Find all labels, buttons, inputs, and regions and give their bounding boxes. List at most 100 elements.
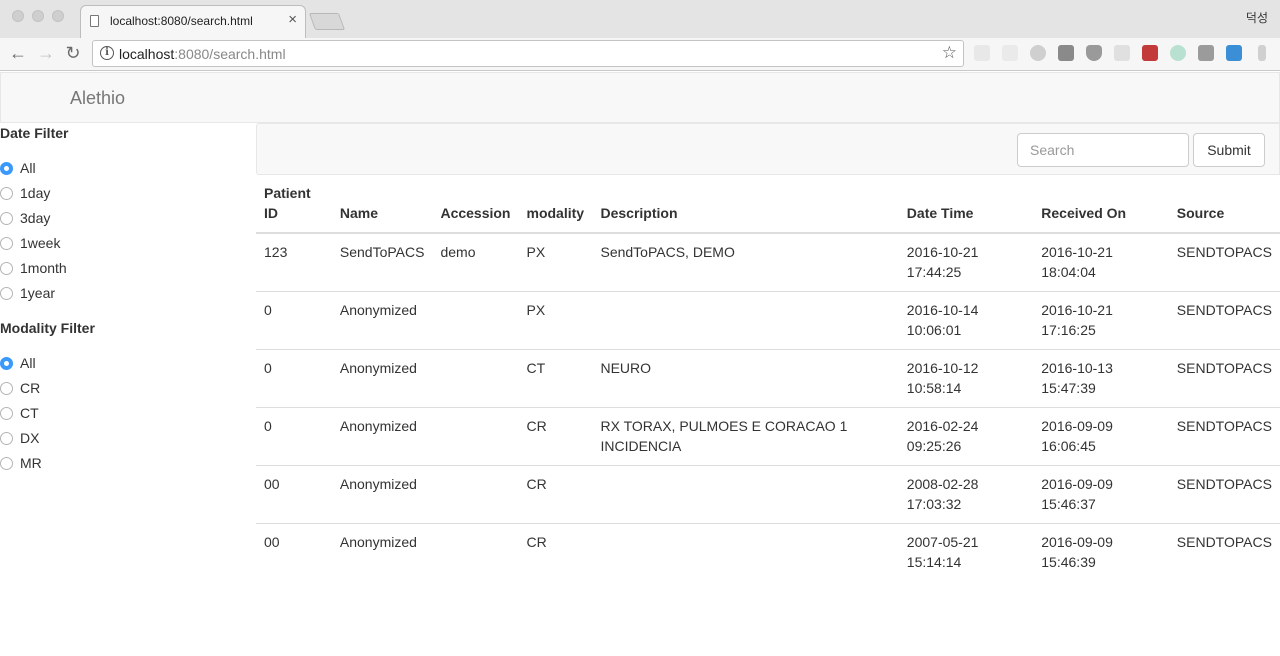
cell-description: RX TORAX, PULMOES E CORACAO 1 INCIDENCIA xyxy=(592,407,899,466)
radio-button[interactable] xyxy=(0,407,13,420)
shield-icon[interactable] xyxy=(1058,45,1074,61)
table-row[interactable]: 0 Anonymized CR RX TORAX, PULMOES E CORA… xyxy=(256,407,1280,466)
cell-name: Anonymized xyxy=(331,523,433,581)
url-path: :8080/search.html xyxy=(174,46,286,62)
column-header-source[interactable]: Source xyxy=(1168,175,1280,234)
table-row[interactable]: 0 Anonymized PX 2016-10-14 10:06:01 2016… xyxy=(256,291,1280,350)
cell-modality: PX xyxy=(518,291,593,350)
cell-date-time: 2007-05-21 15:14:14 xyxy=(898,523,1034,581)
cell-patient-id: 0 xyxy=(256,291,332,350)
search-input[interactable] xyxy=(1017,133,1189,167)
more-icon[interactable] xyxy=(1258,45,1266,61)
close-window-button[interactable] xyxy=(12,10,24,22)
new-tab-button[interactable] xyxy=(308,13,346,30)
cell-date-time: 2016-10-14 10:06:01 xyxy=(898,291,1034,350)
cell-patient-id: 0 xyxy=(256,349,332,408)
submit-button[interactable]: Submit xyxy=(1193,133,1265,167)
url-text[interactable]: localhost:8080/search.html xyxy=(119,46,286,62)
search-bar: Submit xyxy=(256,123,1280,175)
radio-button[interactable] xyxy=(0,212,13,225)
cell-date-time: 2016-10-21 17:44:25 xyxy=(906,244,979,280)
radio-label: 3day xyxy=(20,210,51,226)
minimize-window-button[interactable] xyxy=(32,10,44,22)
radio-label: CT xyxy=(20,405,39,421)
radio-button[interactable] xyxy=(0,162,13,175)
extension-icon[interactable] xyxy=(1142,45,1158,61)
info-icon[interactable]: i xyxy=(100,46,114,60)
table-row[interactable]: 00 Anonymized CR 2008-02-28 17:03:32 201… xyxy=(256,465,1280,524)
column-header-received-on[interactable]: Received On xyxy=(1033,175,1169,234)
radio-label: MR xyxy=(20,455,42,471)
reload-icon[interactable]: ↻ xyxy=(62,42,84,64)
extension-icon[interactable] xyxy=(1114,45,1130,61)
browser-toolbar: ← → ↻ i localhost:8080/search.html ☆ xyxy=(0,38,1280,71)
cell-accession xyxy=(432,465,519,524)
cell-patient-id: 0 xyxy=(256,407,332,466)
radio-button[interactable] xyxy=(0,382,13,395)
cell-date-time: 2016-10-12 10:58:14 xyxy=(898,349,1034,408)
cell-description: SendToPACS, DEMO xyxy=(600,244,735,260)
cell-modality: CR xyxy=(518,465,593,524)
close-tab-icon[interactable]: × xyxy=(288,11,297,28)
radio-button[interactable] xyxy=(0,357,13,370)
cell-source: SENDTOPACS xyxy=(1168,523,1280,581)
cell-name: Anonymized xyxy=(331,291,433,350)
column-header-name[interactable]: Name xyxy=(331,175,433,234)
results-table: Patient ID Name Accession modality Descr… xyxy=(256,175,1280,581)
table-row[interactable]: 0 Anonymized CT NEURO 2016-10-12 10:58:1… xyxy=(256,349,1280,408)
cell-name: SendToPACS xyxy=(339,244,425,260)
radio-button[interactable] xyxy=(0,187,13,200)
cell-description xyxy=(592,291,899,350)
vimeo-icon[interactable] xyxy=(1198,45,1214,61)
table-row[interactable]: 123 SendToPACS demo PX SendToPACS, DEMO … xyxy=(256,233,1280,292)
cell-received-on: 2016-09-09 16:06:45 xyxy=(1033,407,1169,466)
tab-title: localhost:8080/search.html xyxy=(110,14,253,28)
forward-icon[interactable]: → xyxy=(35,42,57,64)
radio-label: All xyxy=(20,160,36,176)
brand-name[interactable]: Alethio xyxy=(70,88,125,109)
radio-button[interactable] xyxy=(0,262,13,275)
cell-source: SENDTOPACS xyxy=(1168,349,1280,408)
color-icon[interactable] xyxy=(1170,45,1186,61)
back-icon[interactable]: ← xyxy=(7,42,29,64)
screenshot-icon[interactable] xyxy=(1226,45,1242,61)
ebay-icon[interactable] xyxy=(1002,45,1018,61)
address-bar[interactable]: i localhost:8080/search.html ☆ xyxy=(92,40,964,67)
radio-button[interactable] xyxy=(0,237,13,250)
radio-button[interactable] xyxy=(0,287,13,300)
column-header-patient-id[interactable]: Patient ID xyxy=(256,175,332,234)
cell-name: Anonymized xyxy=(331,407,433,466)
cell-patient-id: 123 xyxy=(264,244,288,260)
cell-source: SENDTOPACS xyxy=(1168,465,1280,524)
cell-modality: PX xyxy=(526,244,546,260)
profile-name[interactable]: 덕성 xyxy=(1246,9,1268,26)
radio-button[interactable] xyxy=(0,457,13,470)
cell-received-on: 2016-09-09 15:46:37 xyxy=(1033,465,1169,524)
cell-accession xyxy=(432,523,519,581)
url-host: localhost xyxy=(119,46,175,62)
extension-icon[interactable] xyxy=(974,45,990,61)
bookmark-star-icon[interactable]: ☆ xyxy=(942,43,957,63)
cell-date-time: 2016-02-24 09:25:26 xyxy=(898,407,1034,466)
cell-accession xyxy=(432,407,519,466)
radio-label: 1day xyxy=(20,185,51,201)
pocket-icon[interactable] xyxy=(1086,45,1102,61)
document-icon xyxy=(90,15,99,27)
cloud-icon[interactable] xyxy=(1030,45,1046,61)
cell-patient-id: 00 xyxy=(256,523,332,581)
date-filter-heading: Date Filter xyxy=(0,125,69,141)
cell-received-on: 2016-09-09 15:46:39 xyxy=(1033,523,1169,581)
browser-tab[interactable]: localhost:8080/search.html × xyxy=(80,5,306,38)
cell-source: SENDTOPACS xyxy=(1168,407,1280,466)
table-row[interactable]: 00 Anonymized CR 2007-05-21 15:14:14 201… xyxy=(256,523,1280,581)
cell-received-on: 2016-10-21 17:16:25 xyxy=(1033,291,1169,350)
zoom-window-button[interactable] xyxy=(52,10,64,22)
column-header-modality[interactable]: modality xyxy=(518,175,593,234)
column-header-accession[interactable]: Accession xyxy=(432,175,519,234)
radio-button[interactable] xyxy=(0,432,13,445)
cell-accession xyxy=(432,291,519,350)
radio-label: DX xyxy=(20,430,40,446)
column-header-description[interactable]: Description xyxy=(592,175,899,234)
radio-label: 1week xyxy=(20,235,61,251)
column-header-date-time[interactable]: Date Time xyxy=(898,175,1034,234)
